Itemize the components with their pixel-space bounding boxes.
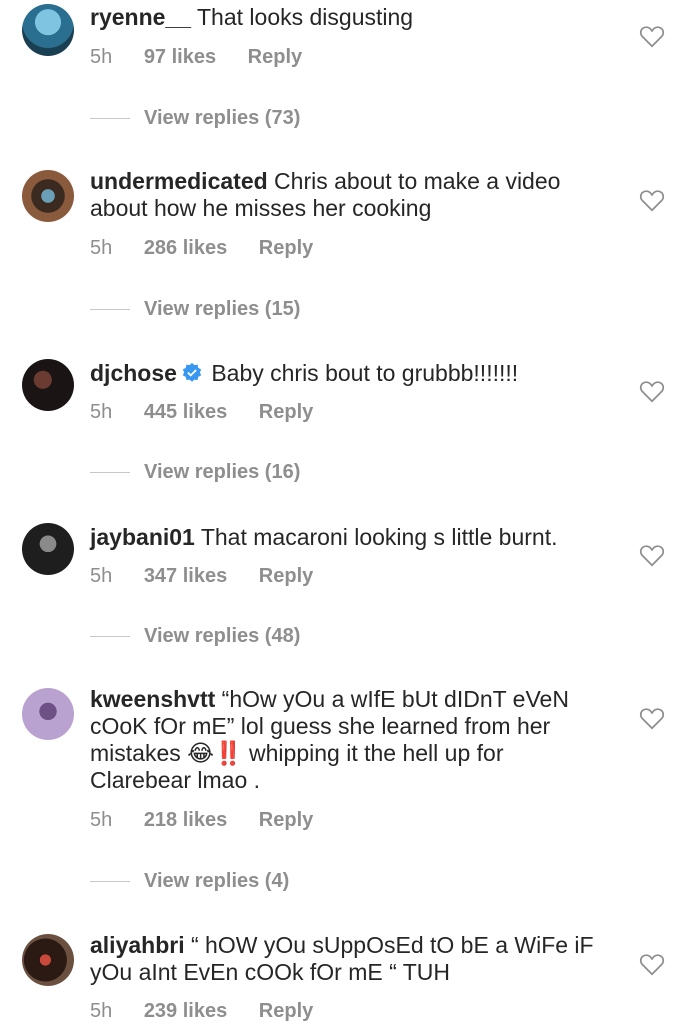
heart-outline-icon[interactable] [639, 24, 665, 48]
divider-line [90, 881, 130, 882]
heart-outline-icon[interactable] [639, 379, 665, 403]
comment-likes[interactable]: 218 likes [144, 809, 227, 831]
view-replies-label: View replies (16) [144, 461, 301, 483]
comment-meta: 5h 347 likes Reply [90, 565, 339, 588]
comment-meta: 5h 218 likes Reply [90, 809, 339, 832]
comment-meta: 5h 97 likes Reply [90, 46, 328, 69]
heart-outline-icon[interactable] [639, 952, 665, 976]
reply-button[interactable]: Reply [259, 237, 313, 259]
reply-button[interactable]: Reply [259, 809, 313, 831]
comment-username[interactable]: ryenne__ [90, 4, 191, 30]
comment-text-block: jaybani01 That macaroni looking s little… [90, 524, 610, 551]
comment-meta: 5h 445 likes Reply [90, 401, 339, 424]
view-replies-label: View replies (15) [144, 298, 301, 320]
avatar[interactable] [22, 4, 74, 56]
comment-username[interactable]: jaybani01 [90, 524, 195, 550]
comment-text-block: undermedicated Chris about to make a vid… [90, 168, 610, 222]
heart-outline-icon[interactable] [639, 188, 665, 212]
verified-badge-icon [182, 362, 202, 382]
comment-time: 5h [90, 46, 113, 68]
comment-text: That macaroni looking s little burnt. [200, 524, 558, 550]
comment-likes[interactable]: 445 likes [144, 401, 227, 423]
reply-button[interactable]: Reply [248, 46, 302, 68]
view-replies-label: View replies (48) [144, 625, 301, 647]
comment-text-block: aliyahbri “ hOW yOu sUppOsEd tO bE a WiF… [90, 932, 610, 986]
divider-line [90, 636, 130, 637]
comment-likes[interactable]: 347 likes [144, 565, 227, 587]
comment-time: 5h [90, 237, 113, 259]
comment-meta: 5h 239 likes Reply [90, 1000, 339, 1023]
heart-outline-icon[interactable] [639, 543, 665, 567]
comment-meta: 5h 286 likes Reply [90, 237, 339, 260]
reply-button[interactable]: Reply [259, 1000, 313, 1022]
view-replies-button[interactable]: View replies (4) [90, 870, 289, 893]
comment-text-block: ryenne__ That looks disgusting [90, 4, 610, 31]
avatar[interactable] [22, 170, 74, 222]
comment-username[interactable]: djchose [90, 360, 177, 386]
comment-text-block: djchose Baby chris bout to grubbb!!!!!!! [90, 360, 610, 387]
comment-likes[interactable]: 286 likes [144, 237, 227, 259]
reply-button[interactable]: Reply [259, 565, 313, 587]
view-replies-button[interactable]: View replies (16) [90, 461, 300, 484]
comment-time: 5h [90, 1000, 113, 1022]
reply-button[interactable]: Reply [259, 401, 313, 423]
avatar[interactable] [22, 523, 74, 575]
comment-text-block: kweenshvtt “hOw yOu a wIfE bUt dIDnT eVe… [90, 686, 610, 794]
comment-likes[interactable]: 97 likes [144, 46, 216, 68]
heart-outline-icon[interactable] [639, 706, 665, 730]
divider-line [90, 472, 130, 473]
comment-time: 5h [90, 401, 113, 423]
comment-text: Baby chris bout to grubbb!!!!!!! [211, 360, 519, 386]
comment-username[interactable]: aliyahbri [90, 932, 185, 958]
comment-time: 5h [90, 809, 113, 831]
avatar[interactable] [22, 688, 74, 740]
view-replies-button[interactable]: View replies (48) [90, 625, 300, 648]
avatar[interactable] [22, 934, 74, 986]
comment-username[interactable]: kweenshvtt [90, 686, 215, 712]
comment-time: 5h [90, 565, 113, 587]
view-replies-button[interactable]: View replies (73) [90, 107, 300, 130]
view-replies-label: View replies (73) [144, 107, 301, 129]
comment-text: That looks disgusting [197, 4, 414, 30]
divider-line [90, 309, 130, 310]
divider-line [90, 118, 130, 119]
view-replies-button[interactable]: View replies (15) [90, 298, 300, 321]
comment-username[interactable]: undermedicated [90, 168, 268, 194]
avatar[interactable] [22, 359, 74, 411]
comment-likes[interactable]: 239 likes [144, 1000, 227, 1022]
view-replies-label: View replies (4) [144, 870, 290, 892]
